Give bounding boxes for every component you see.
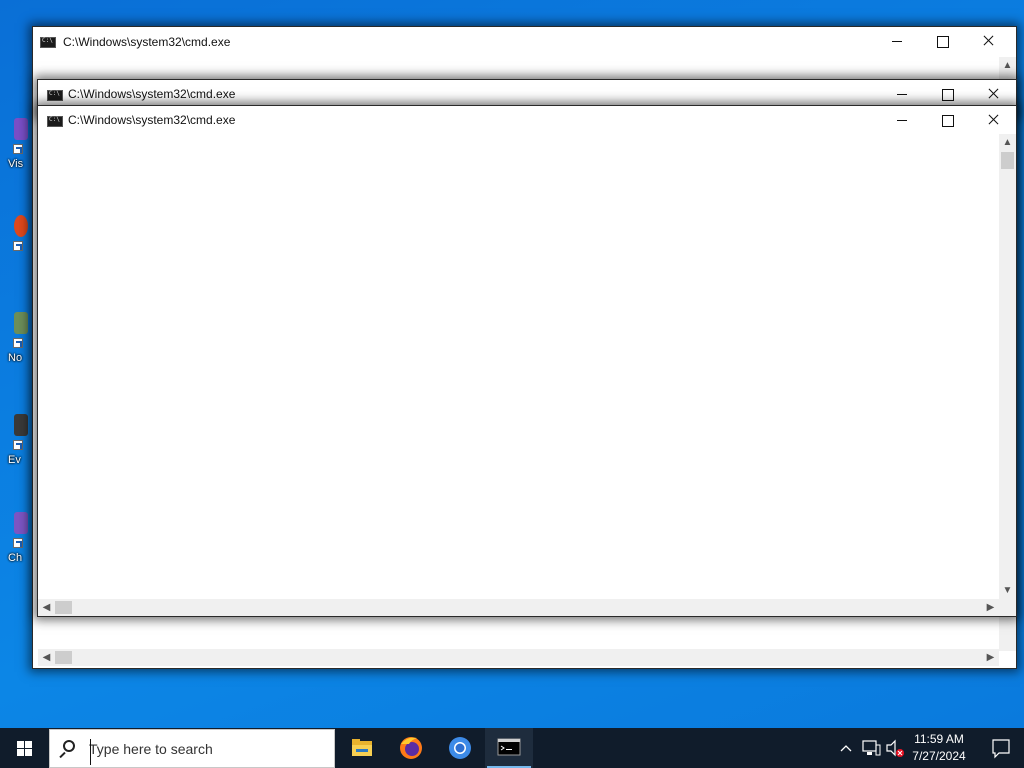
taskbar-search-box[interactable]: Type here to search bbox=[49, 729, 335, 768]
window-title: C:\Windows\system32\cmd.exe bbox=[68, 113, 236, 127]
scroll-thumb[interactable] bbox=[55, 651, 72, 664]
close-button[interactable] bbox=[970, 80, 1016, 108]
cmd-app-icon bbox=[47, 90, 63, 101]
taskbar-chrome[interactable] bbox=[436, 728, 484, 768]
search-icon bbox=[63, 740, 75, 752]
vertical-scrollbar[interactable]: ▲ ▼ bbox=[999, 134, 1016, 599]
shortcut-arrow-icon bbox=[13, 338, 23, 348]
cmd-window-front[interactable]: C:\Windows\system32\cmd.exe ▲ ▼ ◀ ▶ bbox=[38, 106, 1016, 616]
maximize-button[interactable] bbox=[919, 27, 965, 55]
scroll-thumb[interactable] bbox=[1001, 152, 1014, 169]
scroll-up-arrow-icon[interactable]: ▲ bbox=[999, 134, 1016, 151]
scroll-down-arrow-icon[interactable]: ▼ bbox=[999, 582, 1016, 599]
maximize-button[interactable] bbox=[924, 106, 970, 134]
desktop-icon-label: Ev bbox=[8, 454, 21, 466]
horizontal-scrollbar[interactable]: ◀ ▶ bbox=[38, 649, 999, 666]
action-center-button[interactable] bbox=[978, 728, 1024, 768]
clock-time: 11:59 AM bbox=[914, 732, 964, 746]
notification-icon bbox=[992, 739, 1010, 759]
show-hidden-icons-button[interactable] bbox=[836, 728, 856, 768]
window-title: C:\Windows\system32\cmd.exe bbox=[68, 87, 236, 101]
network-icon bbox=[862, 740, 881, 756]
taskbar: Type here to search 11:59 AM 7/27/2024 bbox=[0, 728, 1024, 768]
app-icon bbox=[14, 512, 28, 534]
window-title: C:\Windows\system32\cmd.exe bbox=[63, 35, 231, 49]
scroll-up-arrow-icon[interactable]: ▲ bbox=[999, 57, 1016, 74]
search-placeholder: Type here to search bbox=[89, 741, 213, 757]
desktop-shortcut-event-viewer[interactable]: Ev bbox=[0, 414, 34, 474]
title-bar[interactable]: C:\Windows\system32\cmd.exe bbox=[33, 27, 1016, 57]
minimize-button[interactable] bbox=[879, 80, 925, 108]
title-bar[interactable]: C:\Windows\system32\cmd.exe bbox=[38, 106, 1016, 134]
cmd-app-icon bbox=[47, 116, 63, 127]
taskbar-file-explorer[interactable] bbox=[338, 728, 386, 768]
visual-studio-icon bbox=[14, 118, 28, 140]
desktop-icon-label: No bbox=[8, 352, 23, 364]
shortcut-arrow-icon bbox=[13, 440, 23, 450]
clock-date: 7/27/2024 bbox=[912, 749, 966, 763]
scroll-left-arrow-icon[interactable]: ◀ bbox=[38, 649, 55, 666]
windows-logo-icon bbox=[17, 741, 24, 748]
text-cursor bbox=[90, 739, 91, 765]
close-button[interactable] bbox=[970, 106, 1016, 134]
minimize-button[interactable] bbox=[879, 106, 925, 134]
scroll-left-arrow-icon[interactable]: ◀ bbox=[38, 599, 55, 616]
app-icon bbox=[14, 215, 28, 237]
file-explorer-icon bbox=[352, 739, 372, 756]
title-bar[interactable]: C:\Windows\system32\cmd.exe bbox=[38, 80, 1016, 108]
scroll-thumb[interactable] bbox=[55, 601, 72, 614]
maximize-button[interactable] bbox=[924, 80, 970, 108]
horizontal-scrollbar[interactable]: ◀ ▶ bbox=[38, 599, 999, 616]
desktop-shortcut-visual-studio[interactable]: Vis bbox=[0, 118, 34, 178]
cmd-app-icon bbox=[40, 37, 56, 48]
close-button[interactable] bbox=[965, 27, 1011, 55]
taskbar-firefox[interactable] bbox=[387, 728, 435, 768]
start-button[interactable] bbox=[0, 728, 48, 768]
desktop: Vis No Ev Ch C:\Windows\system32\cmd.exe… bbox=[0, 0, 1024, 728]
minimize-button[interactable] bbox=[874, 27, 920, 55]
scroll-right-arrow-icon[interactable]: ▶ bbox=[982, 599, 999, 616]
console-area[interactable] bbox=[38, 134, 999, 599]
desktop-shortcut-notepad[interactable]: No bbox=[0, 312, 34, 372]
taskbar-clock[interactable]: 11:59 AM 7/27/2024 bbox=[900, 731, 978, 765]
desktop-shortcut-ch[interactable]: Ch bbox=[0, 512, 34, 572]
shortcut-arrow-icon bbox=[13, 538, 23, 548]
network-tray-button[interactable] bbox=[859, 728, 883, 768]
event-viewer-icon bbox=[14, 414, 28, 436]
firefox-icon bbox=[400, 737, 422, 759]
desktop-shortcut-app[interactable] bbox=[0, 215, 34, 275]
desktop-icon-label: Vis bbox=[8, 158, 24, 170]
command-prompt-icon bbox=[497, 738, 521, 756]
shortcut-arrow-icon bbox=[13, 241, 23, 251]
shortcut-arrow-icon bbox=[13, 144, 23, 154]
chevron-up-icon bbox=[840, 745, 852, 752]
chrome-icon bbox=[449, 737, 471, 759]
notepad-icon bbox=[14, 312, 28, 334]
taskbar-command-prompt[interactable] bbox=[485, 728, 533, 768]
desktop-icon-label: Ch bbox=[8, 552, 23, 564]
scrollbar-corner bbox=[999, 599, 1016, 616]
scroll-right-arrow-icon[interactable]: ▶ bbox=[982, 649, 999, 666]
